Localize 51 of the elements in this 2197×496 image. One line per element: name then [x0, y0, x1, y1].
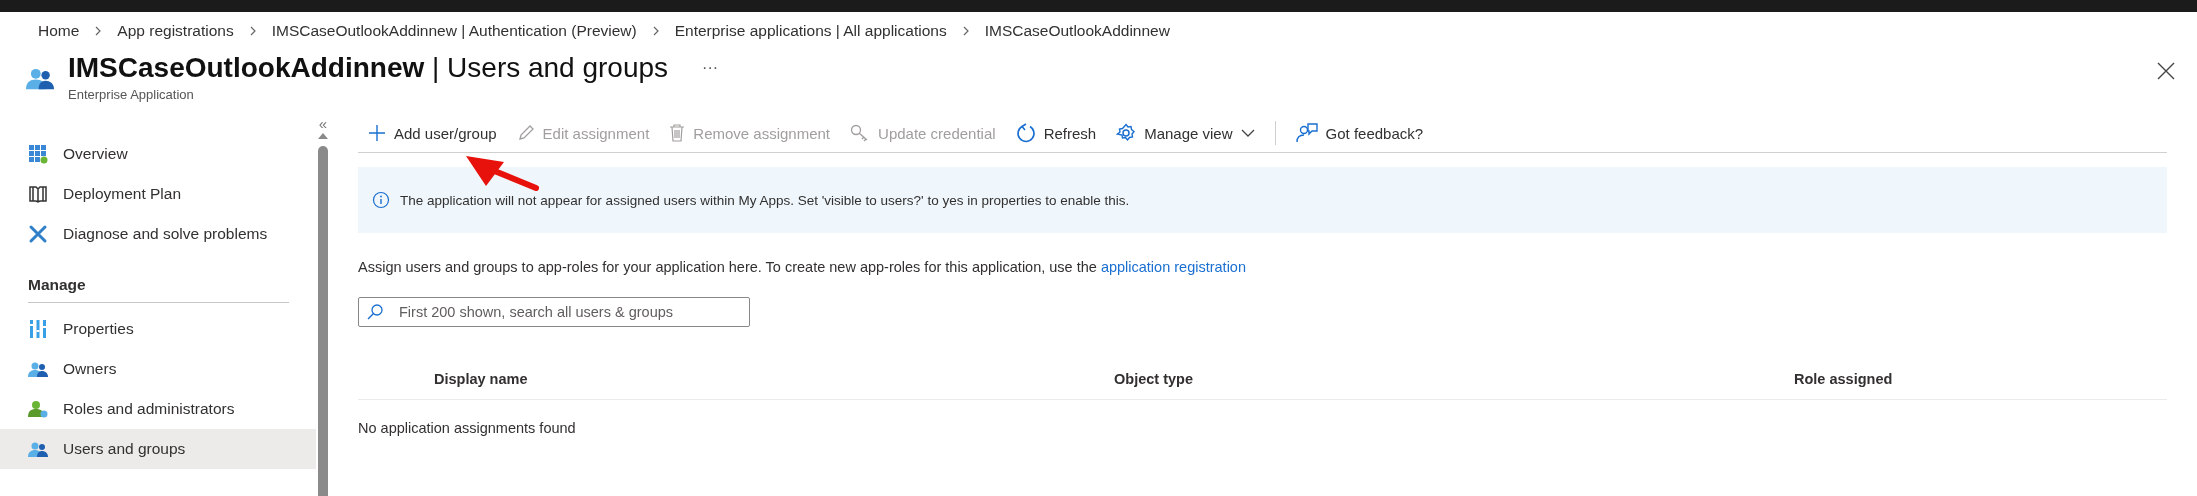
scrollbar-thumb[interactable] [318, 146, 328, 496]
more-button[interactable]: ··· [698, 59, 723, 77]
breadcrumb-link[interactable]: Enterprise applications | All applications [674, 22, 947, 40]
info-icon [372, 191, 390, 209]
description-text: Assign users and groups to app-roles for your application here. To create new app-roles for this application, use the application registration [358, 259, 1247, 275]
column-header[interactable]: Object type [1114, 371, 1794, 387]
trash-icon [669, 124, 686, 142]
nav-item[interactable]: Diagnose and solve problems [0, 214, 316, 254]
nav-label: Deployment Plan [63, 185, 182, 203]
feedback-icon [1295, 123, 1318, 143]
nav-label: Diagnose and solve problems [63, 225, 268, 243]
nav-label: Overview [63, 145, 128, 163]
breadcrumb-link[interactable]: App registrations [117, 22, 234, 40]
bars-icon [28, 319, 48, 339]
search-field[interactable]: First 200 shown, search all users & groups [358, 297, 750, 327]
breadcrumb-link[interactable]: IMSCaseOutlookAddinnew | Authentication (Preview) [271, 22, 637, 40]
nav-label: Properties [63, 320, 134, 338]
refresh-icon [1015, 123, 1036, 143]
nav-item[interactable]: Overview [0, 134, 316, 174]
collapse-button[interactable]: « [318, 114, 328, 132]
plus-icon [368, 124, 386, 142]
toolbar-button[interactable]: Got feedback? [1285, 116, 1434, 150]
search-icon [366, 303, 384, 321]
toolbar-button[interactable]: Refresh [1005, 116, 1107, 150]
nav-item[interactable]: Deployment Plan [0, 174, 316, 214]
person-icon [28, 399, 48, 419]
toolbar-button[interactable]: Add user/group [358, 116, 507, 150]
nav-label: Users and groups [63, 440, 186, 458]
nav-item[interactable]: Roles and administrators [0, 389, 316, 429]
page-title: IMSCaseOutlookAddinnew | Users and groups [68, 52, 669, 84]
breadcrumb-link[interactable]: IMSCaseOutlookAddinnew [984, 22, 1170, 40]
empty-message: No application assignments found [358, 420, 577, 436]
gear-icon [1116, 123, 1137, 143]
scroll-up-icon [317, 132, 329, 140]
breadcrumb-link[interactable]: Home [38, 22, 80, 40]
section-heading: Manage [28, 262, 289, 303]
toolbar-button[interactable]: Manage view [1106, 116, 1265, 150]
nav-label: Roles and administrators [63, 400, 235, 418]
nav-item[interactable]: Users and groups [0, 429, 316, 469]
registration-link[interactable]: application registration [1100, 259, 1246, 275]
info-text: The application will not appear for assigned users within My Apps. Set 'visible to users?' to yes in properties to enable this. [400, 192, 1130, 208]
column-header[interactable]: Display name [434, 371, 1114, 387]
close-icon [2157, 62, 2175, 80]
book-icon [28, 184, 48, 204]
nav-label: Owners [63, 360, 117, 378]
pencil-icon [516, 124, 535, 142]
nav-item[interactable]: Owners [0, 349, 316, 389]
page-subtitle: Enterprise Application [68, 87, 195, 102]
grid-icon [28, 144, 48, 164]
nav-item[interactable]: Properties [0, 309, 316, 349]
column-header[interactable]: Role assigned [1794, 371, 2167, 387]
